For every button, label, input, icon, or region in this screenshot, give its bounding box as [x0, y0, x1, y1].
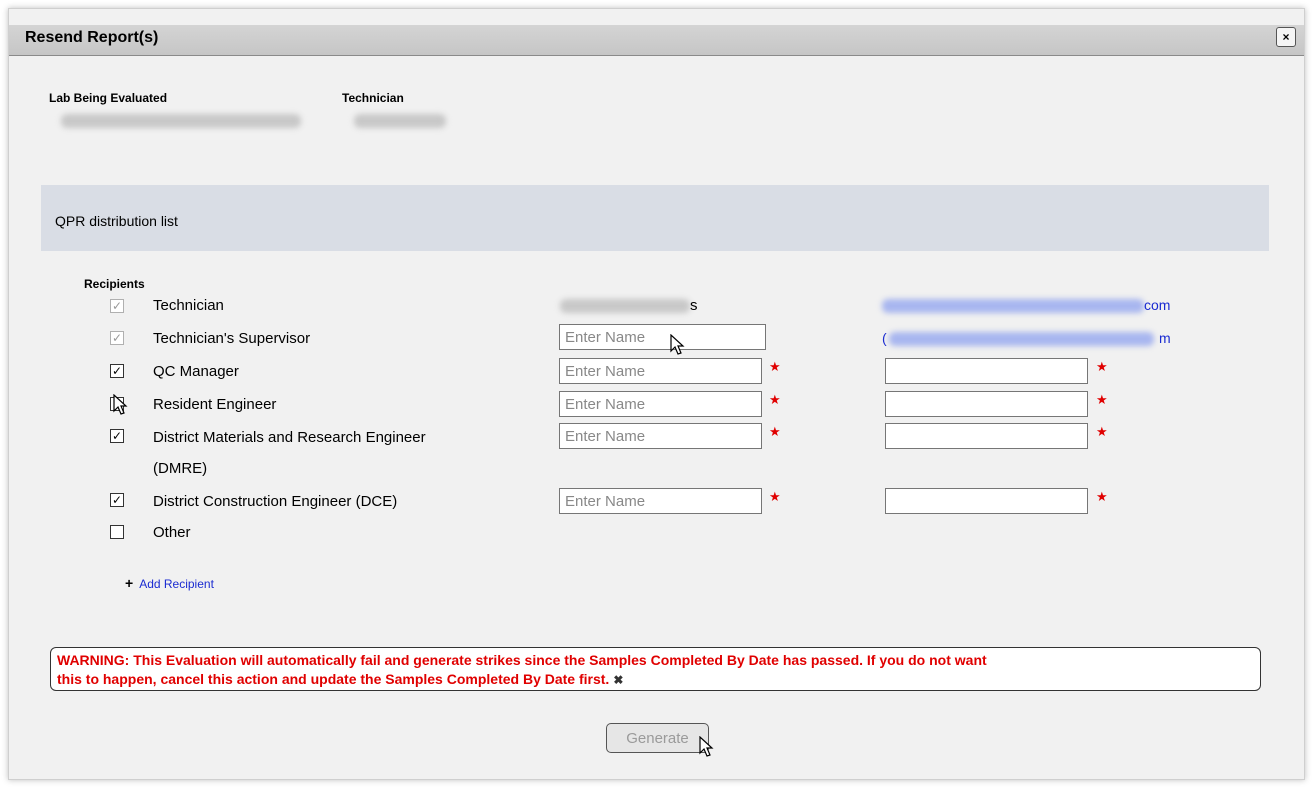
- recipient-role-technicians-supervisor: Technician's Supervisor: [153, 330, 311, 347]
- qc-manager-checkbox[interactable]: ✓: [110, 364, 124, 378]
- plus-icon: +: [125, 575, 134, 591]
- section-title: QPR distribution list: [55, 213, 178, 229]
- recipient-role-dmre-line2: (DMRE): [153, 460, 208, 477]
- recipient-role-dmre-line1: District Materials and Research Engineer: [153, 429, 426, 446]
- qc-manager-email-input[interactable]: [885, 358, 1088, 384]
- lab-being-evaluated-label: Lab Being Evaluated: [49, 91, 168, 105]
- technicians-supervisor-email-suffix: m: [1159, 330, 1171, 346]
- warning-close-icon[interactable]: ✖: [613, 673, 623, 687]
- dialog-titlebar: Resend Report(s) ×: [9, 25, 1304, 56]
- recipient-role-technician: Technician: [153, 297, 224, 314]
- dmre-email-input[interactable]: [885, 423, 1088, 449]
- technician-label: Technician: [342, 91, 404, 105]
- technician-email-value: [882, 299, 1144, 313]
- recipient-role-qc-manager: QC Manager: [153, 363, 239, 380]
- resident-engineer-email-input[interactable]: [885, 391, 1088, 417]
- dmre-name-input[interactable]: [559, 423, 762, 449]
- dmre-email-required-icon: ★: [1096, 424, 1108, 439]
- recipient-role-resident-engineer: Resident Engineer: [153, 396, 277, 413]
- dialog-title: Resend Report(s): [25, 29, 159, 46]
- warning-line2: this to happen, cancel this action and u…: [57, 671, 610, 687]
- resident-engineer-email-required-icon: ★: [1096, 392, 1108, 407]
- close-icon[interactable]: ×: [1276, 27, 1296, 47]
- recipient-role-other: Other: [153, 524, 191, 541]
- dce-checkbox[interactable]: ✓: [110, 493, 124, 507]
- technician-name-suffix: s: [690, 297, 698, 314]
- resident-engineer-name-required-icon: ★: [769, 392, 781, 407]
- mouse-pointer-icon: [670, 334, 685, 355]
- dce-name-required-icon: ★: [769, 489, 781, 504]
- recipient-role-dce: District Construction Engineer (DCE): [153, 493, 398, 510]
- mouse-pointer-icon: [699, 736, 714, 757]
- technicians-supervisor-checkbox[interactable]: ✓: [110, 331, 124, 345]
- add-recipient-label: Add Recipient: [139, 577, 214, 591]
- qc-manager-name-required-icon: ★: [769, 359, 781, 374]
- other-checkbox[interactable]: [110, 525, 124, 539]
- resend-report-dialog: Resend Report(s) × Lab Being Evaluated T…: [8, 8, 1305, 780]
- mouse-pointer-icon: [113, 394, 128, 415]
- dce-email-input[interactable]: [885, 488, 1088, 514]
- qc-manager-email-required-icon: ★: [1096, 359, 1108, 374]
- lab-being-evaluated-value: [61, 114, 301, 128]
- technicians-supervisor-email-prefix: (: [882, 330, 887, 346]
- technician-checkbox[interactable]: ✓: [110, 299, 124, 313]
- add-recipient-link[interactable]: + Add Recipient: [125, 575, 214, 591]
- qpr-distribution-header: QPR distribution list: [41, 185, 1269, 251]
- technicians-supervisor-name-input[interactable]: [559, 324, 766, 350]
- technicians-supervisor-email-value: [889, 332, 1154, 346]
- generate-button[interactable]: Generate: [606, 723, 709, 753]
- technician-value: [354, 114, 446, 128]
- dmre-checkbox[interactable]: ✓: [110, 429, 124, 443]
- warning-message: WARNING: This Evaluation will automatica…: [50, 647, 1261, 691]
- recipients-label: Recipients: [84, 277, 145, 291]
- dce-email-required-icon: ★: [1096, 489, 1108, 504]
- warning-line1: WARNING: This Evaluation will automatica…: [57, 652, 987, 668]
- technician-name-value: [560, 299, 690, 313]
- resident-engineer-name-input[interactable]: [559, 391, 762, 417]
- dce-name-input[interactable]: [559, 488, 762, 514]
- dmre-name-required-icon: ★: [769, 424, 781, 439]
- technician-email-suffix: com: [1144, 297, 1171, 313]
- qc-manager-name-input[interactable]: [559, 358, 762, 384]
